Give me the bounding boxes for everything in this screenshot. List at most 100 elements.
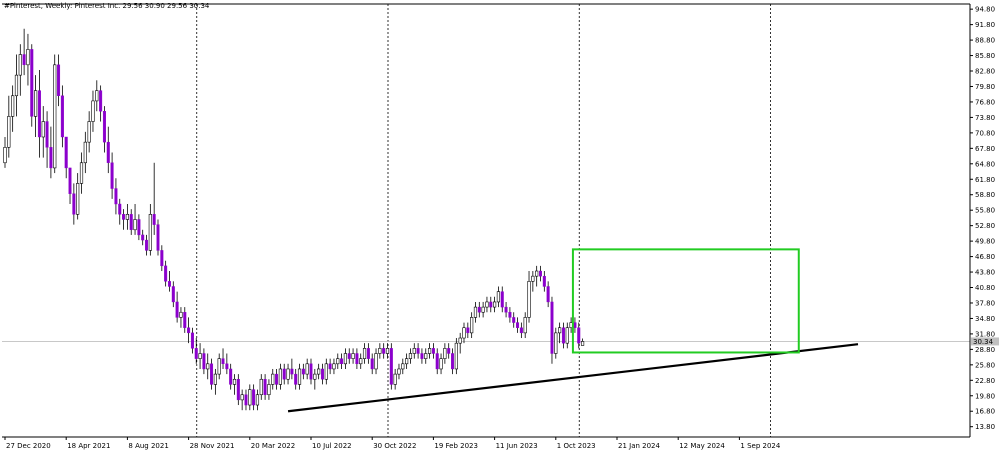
candle [217,353,221,380]
candle-body-down [22,54,26,66]
candle-body-up [41,121,45,138]
candle [244,389,248,411]
candle-body-up [286,368,290,380]
candle-body-up [83,141,87,164]
candle [343,348,348,369]
candle [336,353,340,369]
candle-body-down [106,141,110,163]
candle-body-up [248,389,252,406]
candle-body-up [462,327,466,339]
support-trendline [287,343,859,413]
candle [332,358,336,375]
candle [167,271,171,292]
candle [355,348,359,369]
candle-body-up [412,348,416,354]
candle-body-down [508,312,512,318]
y-tick-label: 40.80 [975,284,995,292]
candle-body-up [454,342,458,370]
candle-body-down [546,286,550,303]
candle [431,343,435,359]
candle-body-down [60,95,64,138]
candle-body-down [416,348,420,354]
candle [129,209,133,235]
candle [539,265,543,282]
candle-body-up [324,363,328,380]
candle-body-down [519,327,523,334]
candle-body-down [137,219,141,236]
y-tick-label: 22.80 [975,377,995,385]
x-tick-label: 19 Feb 2023 [434,442,478,450]
candle-body-up [206,363,210,370]
y-tick-label: 61.80 [975,176,995,184]
candle-body-down [561,327,565,344]
candle [405,353,409,369]
candle-body-down [347,353,351,359]
candle-body-up [240,394,244,401]
candle [221,348,225,369]
candle-body-down [57,64,61,96]
candle [294,368,298,390]
candle [458,332,462,354]
y-tick-label: 49.80 [975,238,995,246]
candle [68,167,72,205]
candle-body-up [259,378,263,396]
candle [393,368,397,390]
candle-body-down [301,368,305,375]
candle [519,322,523,339]
candle [424,348,428,364]
candle-body-up [473,306,478,318]
candle [573,317,577,333]
candle [171,281,175,308]
candle-body-up [408,353,413,359]
candle-body-down [110,162,114,189]
candle [577,322,581,349]
candle [473,301,478,323]
candle-body-up [385,348,390,354]
last-price-label: 30.34 [973,338,994,346]
y-tick-label: 55.80 [975,207,995,215]
candle-body-up [424,353,428,359]
candle [72,183,76,225]
candle [229,363,233,390]
candle-body-up [125,214,129,220]
candle-body-down [236,379,240,401]
candle [79,152,84,194]
y-tick-label: 58.80 [975,191,995,199]
candle [30,44,34,127]
candle [102,106,106,153]
candle-body-down [210,363,214,385]
candle-body-down [320,368,324,380]
candle [385,343,390,359]
y-tick-label: 19.80 [975,392,995,400]
candle-body-up [198,353,202,359]
candle-body-up [53,64,57,169]
candle-body-down [190,332,194,349]
y-tick-label: 91.80 [975,21,995,29]
candle [408,348,413,364]
candle [45,111,49,168]
candle-body-down [164,265,168,282]
candle [362,343,367,364]
candle-body-down [244,394,248,406]
candle-body-up [148,214,152,251]
candle-body-down [577,327,581,344]
candle-body-down [102,111,106,143]
candle-body-down [175,301,179,318]
candle [435,348,439,375]
candle [546,281,550,308]
candle-body-up [91,100,95,122]
candle-body-up [7,116,11,148]
x-tick-label: 21 Jan 2024 [618,442,661,450]
candle-body-up [554,332,558,354]
candle-body-down [366,348,370,359]
candle-body-down [99,90,103,112]
candle-body-up [535,270,539,277]
candle-body-down [145,239,149,251]
candle-body-up [14,74,19,97]
candle [412,343,416,359]
candle-body-down [542,275,546,287]
candle [531,271,535,292]
candle-body-up [87,121,91,143]
candle-body-down [451,353,455,370]
y-tick-label: 88.80 [975,37,995,45]
